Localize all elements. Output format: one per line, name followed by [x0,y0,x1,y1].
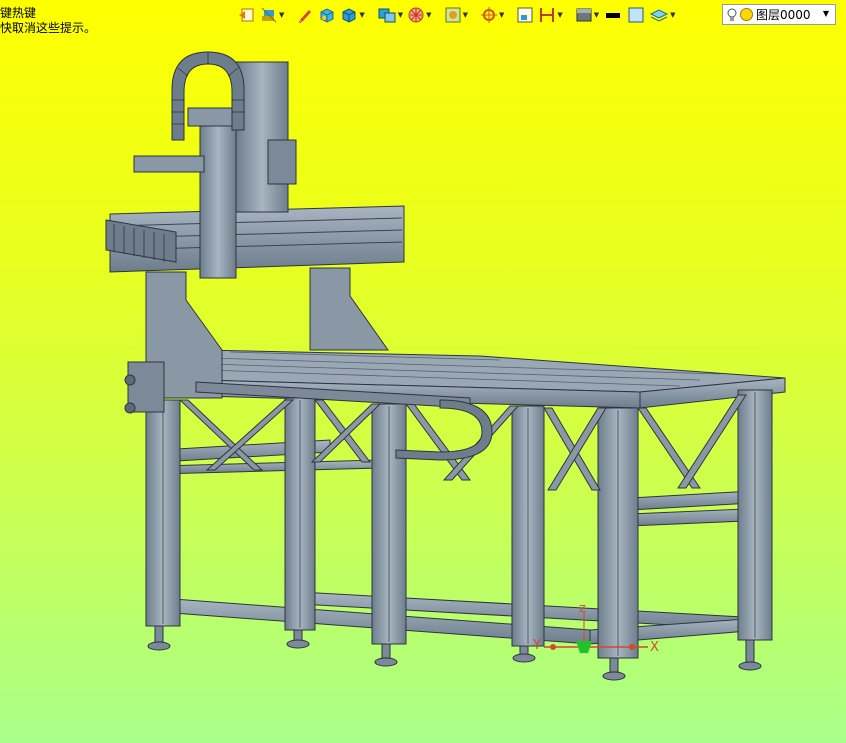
line-color-icon [606,13,621,18]
previous-view-icon [239,8,254,22]
layer-select[interactable]: 图层0000 ▼ [722,4,836,25]
triad-z-label: Z [579,604,586,615]
heads-up-view-toolbar: ▼ ▼ ▼ ▼ ▼ ▼ ▼ ▼ ▼ [238,4,680,26]
chevron-down-icon: ▼ [822,9,829,18]
shaded-icon [320,8,334,23]
view-settings-icon [480,7,497,23]
layer-visibility-button[interactable]: ▼ [649,4,676,26]
previous-view-button[interactable] [238,4,256,26]
hide-show-button[interactable]: ▼ [407,4,432,26]
background-button[interactable]: ▼ [575,4,599,26]
mid-rail-back-2 [159,459,381,475]
lightbulb-icon [727,8,737,21]
motor-shaft-1 [124,374,136,386]
edit-appearance-button[interactable] [296,4,314,26]
section-plane-icon [540,8,555,22]
shaded-with-edges-button[interactable]: ▼ [340,4,365,26]
apply-scene-icon [445,7,461,23]
hide-show-icon [408,7,424,23]
section-plane-button[interactable]: ▼ [538,4,563,26]
display-style-icon [378,8,396,23]
shaded-button[interactable] [318,4,336,26]
background-icon [576,8,592,22]
face-color-button[interactable] [627,4,645,26]
face-color-icon [628,7,644,23]
layer-color-icon [740,8,753,21]
shaded-with-edges-icon [342,8,356,23]
section-view-button[interactable]: ▼ [260,4,284,26]
motor-shaft-2 [124,402,136,414]
z-axis-column [199,119,237,279]
rotate-view-icon [517,7,533,23]
model-viewport[interactable] [0,0,846,743]
spindle-bracket [133,155,205,173]
layer-visibility-icon [650,9,669,22]
spindle-bracket-2 [187,107,237,127]
rotate-view-button[interactable] [516,4,534,26]
line-color-button[interactable] [603,4,623,26]
cnc-machine-model[interactable] [105,51,786,681]
gantry-plate-right [309,267,389,351]
apply-scene-button[interactable]: ▼ [444,4,468,26]
spindle-motor-cap [267,139,297,185]
triad-y-label: Y [533,638,541,653]
section-view-icon [261,7,277,23]
edit-appearance-icon [299,10,312,24]
view-settings-button[interactable]: ▼ [480,4,504,26]
triad-x-label: X [650,640,659,655]
layer-select-value: 图层0000 [756,8,811,22]
display-style-button[interactable]: ▼ [377,4,403,26]
